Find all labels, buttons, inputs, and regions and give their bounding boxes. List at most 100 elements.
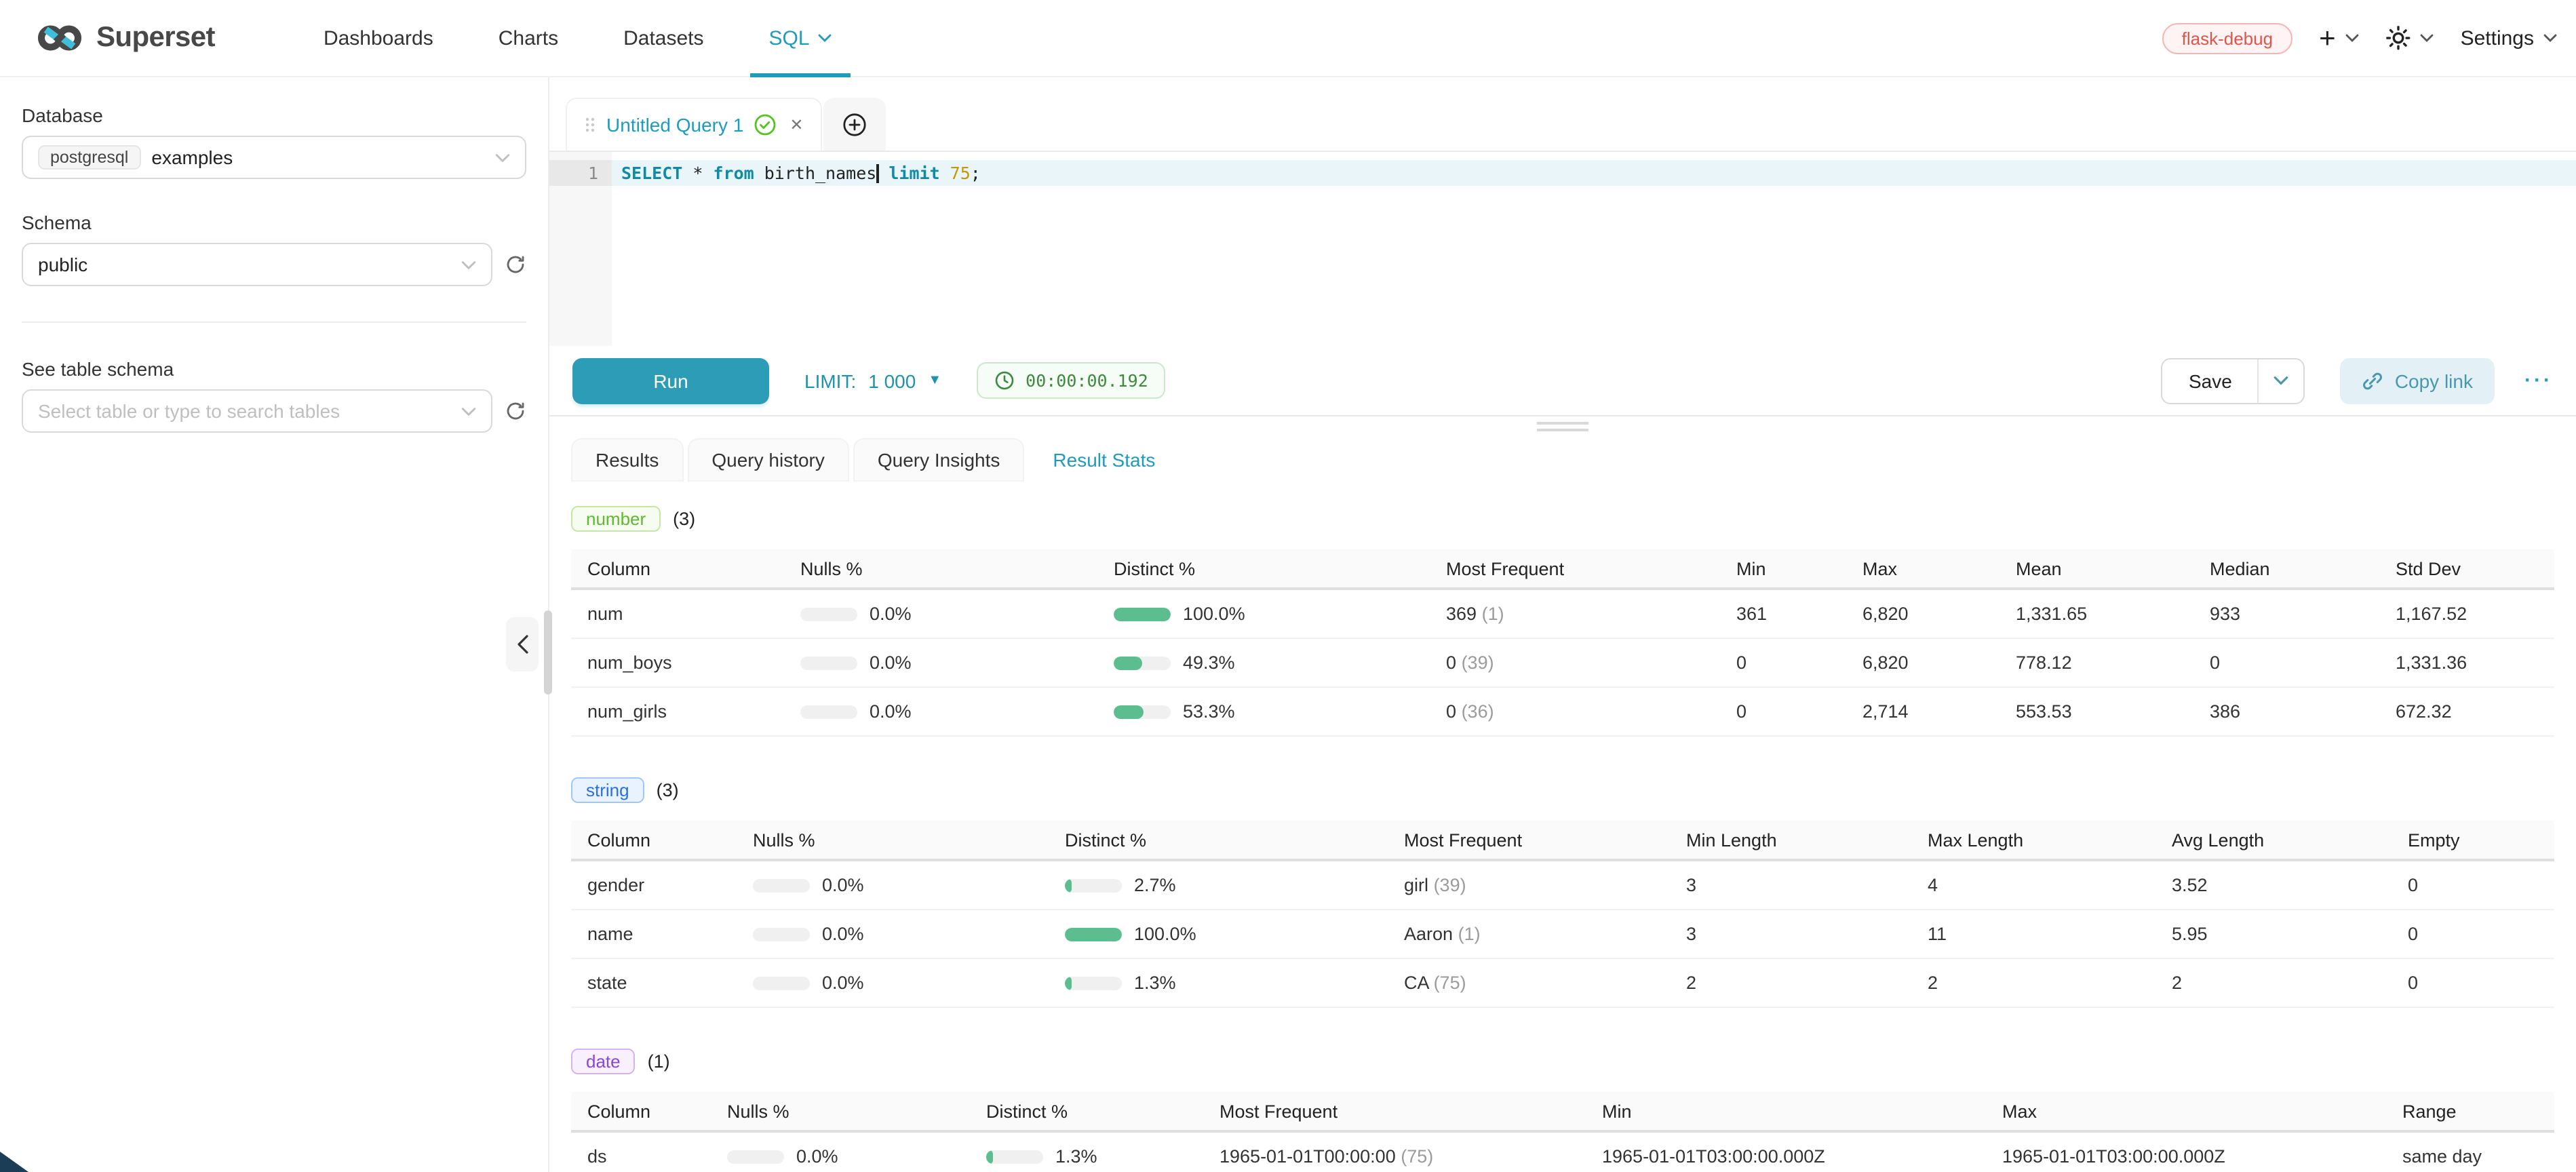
- stat-cell: same day: [2386, 1146, 2554, 1167]
- run-button[interactable]: Run: [572, 357, 769, 404]
- stat-cell: 0: [2392, 973, 2554, 993]
- chevron-down-icon: [818, 34, 832, 42]
- sqllab-sidebar: Database postgresql examples Schema publ…: [0, 77, 549, 1172]
- stat-cell: 4: [1911, 875, 2155, 895]
- stat-cell: 2: [1670, 973, 1911, 993]
- sql-text: birth_names: [754, 163, 877, 183]
- schema-label: Schema: [22, 212, 526, 233]
- column-header: Most Frequent: [1388, 829, 1670, 850]
- drag-handle-icon[interactable]: [585, 115, 596, 134]
- column-header: Avg Length: [2155, 829, 2392, 850]
- distinct-cell: 100.0%: [1097, 604, 1430, 624]
- sql-keyword: limit: [878, 163, 939, 183]
- table-row: num_girls 0.0% 53.3% 0 (36) 0 2,714 553.…: [571, 688, 2554, 737]
- table-row: ds 0.0% 1.3% 1965-01-01T00:00:00 (75) 19…: [571, 1133, 2554, 1172]
- tab-query-insights[interactable]: Query Insights: [853, 438, 1025, 482]
- nulls-cell: 0.0%: [737, 875, 1049, 895]
- progress-bar: [1114, 607, 1171, 621]
- editor-toolbar: Run LIMIT: 1 000 ▼ 00:00:00.192 Save: [549, 346, 2576, 416]
- column-header: Column: [571, 1101, 711, 1121]
- query-tabbar: Untitled Query 1 ✕: [549, 77, 2576, 152]
- progress-bar: [753, 976, 810, 990]
- save-options-caret[interactable]: [2258, 359, 2304, 402]
- new-item-menu[interactable]: +: [2319, 24, 2359, 52]
- add-query-tab-icon[interactable]: [842, 112, 867, 136]
- close-tab-icon[interactable]: ✕: [789, 115, 803, 134]
- progress-bar: [753, 927, 810, 941]
- theme-menu[interactable]: [2386, 26, 2434, 50]
- column-header: Nulls %: [784, 558, 1097, 579]
- nulls-cell: 0.0%: [784, 652, 1097, 673]
- tab-result-stats[interactable]: Result Stats: [1028, 438, 1179, 482]
- progress-bar: [800, 656, 857, 669]
- chevron-down-icon: [2345, 34, 2359, 42]
- stat-cell: 0: [1720, 652, 1846, 673]
- query-tab[interactable]: Untitled Query 1 ✕: [566, 98, 822, 151]
- table-header-row: Column Nulls % Distinct % Most Frequent …: [571, 821, 2554, 861]
- database-select[interactable]: postgresql examples: [22, 136, 526, 179]
- table-header-row: Column Nulls % Distinct % Most Frequent …: [571, 549, 2554, 590]
- editor-gutter: 1: [549, 152, 612, 346]
- top-navbar: Superset Dashboards Charts Datasets SQL …: [0, 0, 2576, 77]
- more-actions-button[interactable]: ···: [2524, 369, 2553, 392]
- progress-bar: [1114, 705, 1171, 718]
- sql-keyword: from: [713, 163, 754, 183]
- section-number: number (3) Column Nulls % Distinct % Mos…: [571, 506, 2554, 737]
- nav-item-datasets[interactable]: Datasets: [591, 0, 736, 76]
- line-number: 1: [549, 160, 612, 186]
- elapsed-timer-badge: 00:00:00.192: [977, 362, 1166, 399]
- progress-bar: [1065, 927, 1122, 941]
- tab-results[interactable]: Results: [571, 438, 683, 482]
- copy-link-button[interactable]: Copy link: [2341, 357, 2495, 404]
- progress-bar: [800, 705, 857, 718]
- database-label: Database: [22, 104, 526, 126]
- column-name-cell: num: [571, 604, 784, 624]
- refresh-schemas-icon[interactable]: [505, 254, 526, 275]
- type-count: (3): [657, 780, 679, 800]
- stat-cell: 1,331.65: [1999, 604, 2193, 624]
- nav-item-charts[interactable]: Charts: [466, 0, 591, 76]
- most-frequent-cell: girl (39): [1388, 875, 1670, 895]
- nav-item-sql[interactable]: SQL: [737, 0, 864, 76]
- collapse-sidebar-button[interactable]: [506, 617, 539, 671]
- chevron-down-icon: [2420, 34, 2434, 42]
- column-header: Most Frequent: [1430, 558, 1720, 579]
- progress-bar: [1065, 976, 1122, 990]
- table-row: name 0.0% 100.0% Aaron (1) 3 11 5.95 0: [571, 910, 2554, 959]
- column-header: Min: [1586, 1101, 1986, 1121]
- nav-item-dashboards[interactable]: Dashboards: [291, 0, 466, 76]
- sidebar-scrollbar[interactable]: [544, 610, 552, 695]
- column-header: Column: [571, 829, 737, 850]
- type-tag-date: date: [571, 1049, 636, 1074]
- superset-logo[interactable]: Superset: [35, 22, 215, 54]
- pane-resize-handle[interactable]: [549, 416, 2576, 435]
- column-name-cell: num_girls: [571, 701, 784, 722]
- column-header: Range: [2386, 1101, 2554, 1121]
- tab-query-history[interactable]: Query history: [687, 438, 849, 482]
- column-header: Empty: [2392, 829, 2554, 850]
- column-header: Std Dev: [2379, 558, 2554, 579]
- sql-editor[interactable]: 1 SELECT * from birth_names limit 75;: [549, 152, 2576, 346]
- column-header: Column: [571, 558, 784, 579]
- settings-menu[interactable]: Settings: [2461, 26, 2557, 50]
- schema-select[interactable]: public: [22, 243, 492, 286]
- stat-cell: 2: [2155, 973, 2392, 993]
- main-nav: Dashboards Charts Datasets SQL: [291, 0, 864, 76]
- refresh-tables-icon[interactable]: [505, 400, 526, 422]
- column-header: Min: [1720, 558, 1846, 579]
- stat-cell: 361: [1720, 604, 1846, 624]
- editor-code-area[interactable]: SELECT * from birth_names limit 75;: [612, 152, 2576, 346]
- save-button[interactable]: Save: [2163, 359, 2258, 402]
- success-check-icon: [754, 114, 776, 136]
- table-row: gender 0.0% 2.7% girl (39) 3 4 3.52 0: [571, 861, 2554, 910]
- table-select[interactable]: Select table or type to search tables: [22, 389, 492, 433]
- column-header: Nulls %: [711, 1101, 970, 1121]
- stat-cell: 1965-01-01T03:00:00.000Z: [1986, 1146, 2386, 1167]
- distinct-cell: 100.0%: [1049, 924, 1388, 944]
- limit-dropdown[interactable]: LIMIT: 1 000 ▼: [804, 370, 941, 391]
- progress-bar: [1114, 656, 1171, 669]
- stat-cell: 0: [2193, 652, 2379, 673]
- sql-text: ;: [971, 163, 981, 183]
- type-tag-string: string: [571, 777, 644, 803]
- stat-cell: 933: [2193, 604, 2379, 624]
